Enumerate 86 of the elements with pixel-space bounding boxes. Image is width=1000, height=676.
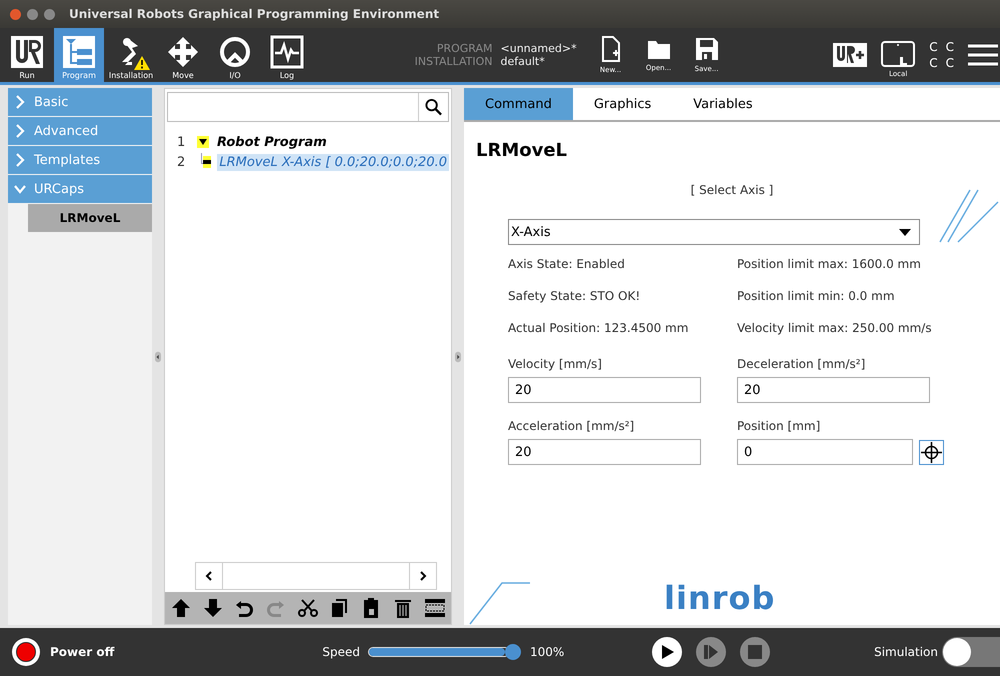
power-button[interactable]: Power off	[12, 638, 114, 666]
linrob-logo: linrob	[664, 579, 776, 617]
tool-button[interactable]	[202, 597, 224, 619]
speed-value: 100%	[530, 645, 564, 659]
collapse-left-icon[interactable]	[155, 350, 161, 364]
play-icon	[660, 644, 674, 660]
status-glyph: C	[946, 39, 954, 55]
nav-tab[interactable]: I/O	[210, 28, 260, 82]
target-button[interactable]	[919, 440, 944, 464]
input-field[interactable]: 0	[737, 439, 913, 465]
command-title: LRMoveL	[476, 140, 568, 161]
simulation-toggle[interactable]	[942, 637, 1000, 667]
nav-tab[interactable]: Log	[262, 28, 312, 82]
close-button[interactable]	[10, 8, 21, 20]
io-gauge-icon	[218, 35, 252, 69]
simulation-label: Simulation	[874, 645, 938, 659]
nav-tab[interactable]: Run	[2, 28, 52, 82]
axis-dropdown[interactable]: X-Axis	[508, 219, 920, 245]
slash-lines-drawing	[938, 188, 1000, 244]
status-glyph: C	[946, 55, 954, 71]
chevron-right-icon	[419, 571, 427, 581]
tree-node[interactable]: Robot Program	[215, 134, 329, 150]
info-text: Safety State: STO OK!	[508, 289, 642, 303]
speed-slider[interactable]	[368, 643, 522, 661]
installation-label: INSTALLATION	[414, 55, 493, 68]
window-title: Universal Robots Graphical Programming Environment	[69, 7, 440, 21]
ur-plus-icon[interactable]	[833, 43, 868, 67]
search-field[interactable]	[167, 92, 449, 122]
info-text: Axis State: Enabled	[508, 257, 626, 271]
info-text: Velocity limit max: 250.00 mm/s	[737, 321, 933, 335]
minimize-button[interactable]	[27, 8, 38, 20]
parallelogram-drawing	[468, 581, 532, 625]
tree-node[interactable]: LRMoveL X-Axis [ 0.0;20.0;0.0;20.0	[217, 154, 449, 170]
field-label: Deceleration [mm/s²]	[737, 357, 866, 371]
suppress-icon	[424, 597, 446, 619]
cut-icon	[296, 597, 319, 619]
input-field[interactable]: 20	[508, 377, 701, 403]
save-icon	[694, 37, 719, 61]
field-label: Position [mm]	[737, 419, 822, 433]
move-down-icon	[202, 597, 224, 619]
crosshair-icon	[921, 442, 942, 462]
triangle-down-icon	[199, 138, 207, 146]
tab[interactable]: Command	[464, 88, 573, 120]
stop-icon	[748, 645, 762, 659]
menu-icon[interactable]	[968, 43, 998, 67]
installation-name: default*	[500, 55, 546, 68]
tablet-hand-icon	[881, 40, 916, 68]
playback-button[interactable]	[652, 637, 682, 667]
move-up-icon	[170, 597, 192, 619]
chevron-left-icon	[205, 571, 213, 581]
line-number: 1	[177, 134, 186, 150]
maximize-button[interactable]	[44, 8, 55, 20]
nav-tab[interactable]: Installation	[106, 28, 156, 82]
program-label: PROGRAM	[436, 42, 493, 55]
info-text: Position limit max: 1600.0 mm	[737, 257, 922, 271]
dropdown-arrow-icon	[899, 228, 911, 236]
horizontal-scrollbar[interactable]	[195, 562, 437, 590]
nav-tab[interactable]: Move	[158, 28, 208, 82]
tool-button[interactable]	[424, 597, 446, 619]
collapse-right-icon[interactable]	[455, 350, 461, 364]
line-number: 2	[177, 154, 186, 170]
program-name: <unnamed>*	[500, 42, 577, 55]
field-label: Velocity [mm/s]	[508, 357, 603, 371]
info-text: Actual Position: 123.4500 mm	[508, 321, 690, 335]
urcap-item[interactable]: LRMoveL	[28, 204, 152, 232]
leaf-marker-icon	[203, 156, 212, 168]
input-field[interactable]: 20	[508, 439, 701, 465]
step-icon	[703, 644, 720, 660]
ur-logo-icon	[10, 35, 44, 69]
info-text: Position limit min: 0.0 mm	[737, 289, 896, 303]
status-glyph: C	[929, 39, 938, 55]
search-icon	[425, 98, 442, 116]
move-arrows-icon	[166, 35, 200, 69]
axis-hint: [ Select Axis ]	[690, 183, 774, 197]
field-label: Acceleration [mm/s²]	[508, 419, 636, 433]
new-file-icon	[600, 36, 621, 62]
status-glyph: C	[929, 55, 938, 71]
speed-label: Speed	[322, 645, 360, 659]
input-field[interactable]: 20	[737, 377, 930, 403]
expand-toggle[interactable]	[197, 136, 209, 148]
tool-button[interactable]	[296, 597, 319, 619]
folder-icon	[646, 38, 671, 60]
log-chart-icon	[270, 35, 304, 69]
tool-button[interactable]	[170, 597, 192, 619]
program-tree-icon	[62, 35, 96, 69]
slider-thumb[interactable]	[504, 644, 521, 660]
